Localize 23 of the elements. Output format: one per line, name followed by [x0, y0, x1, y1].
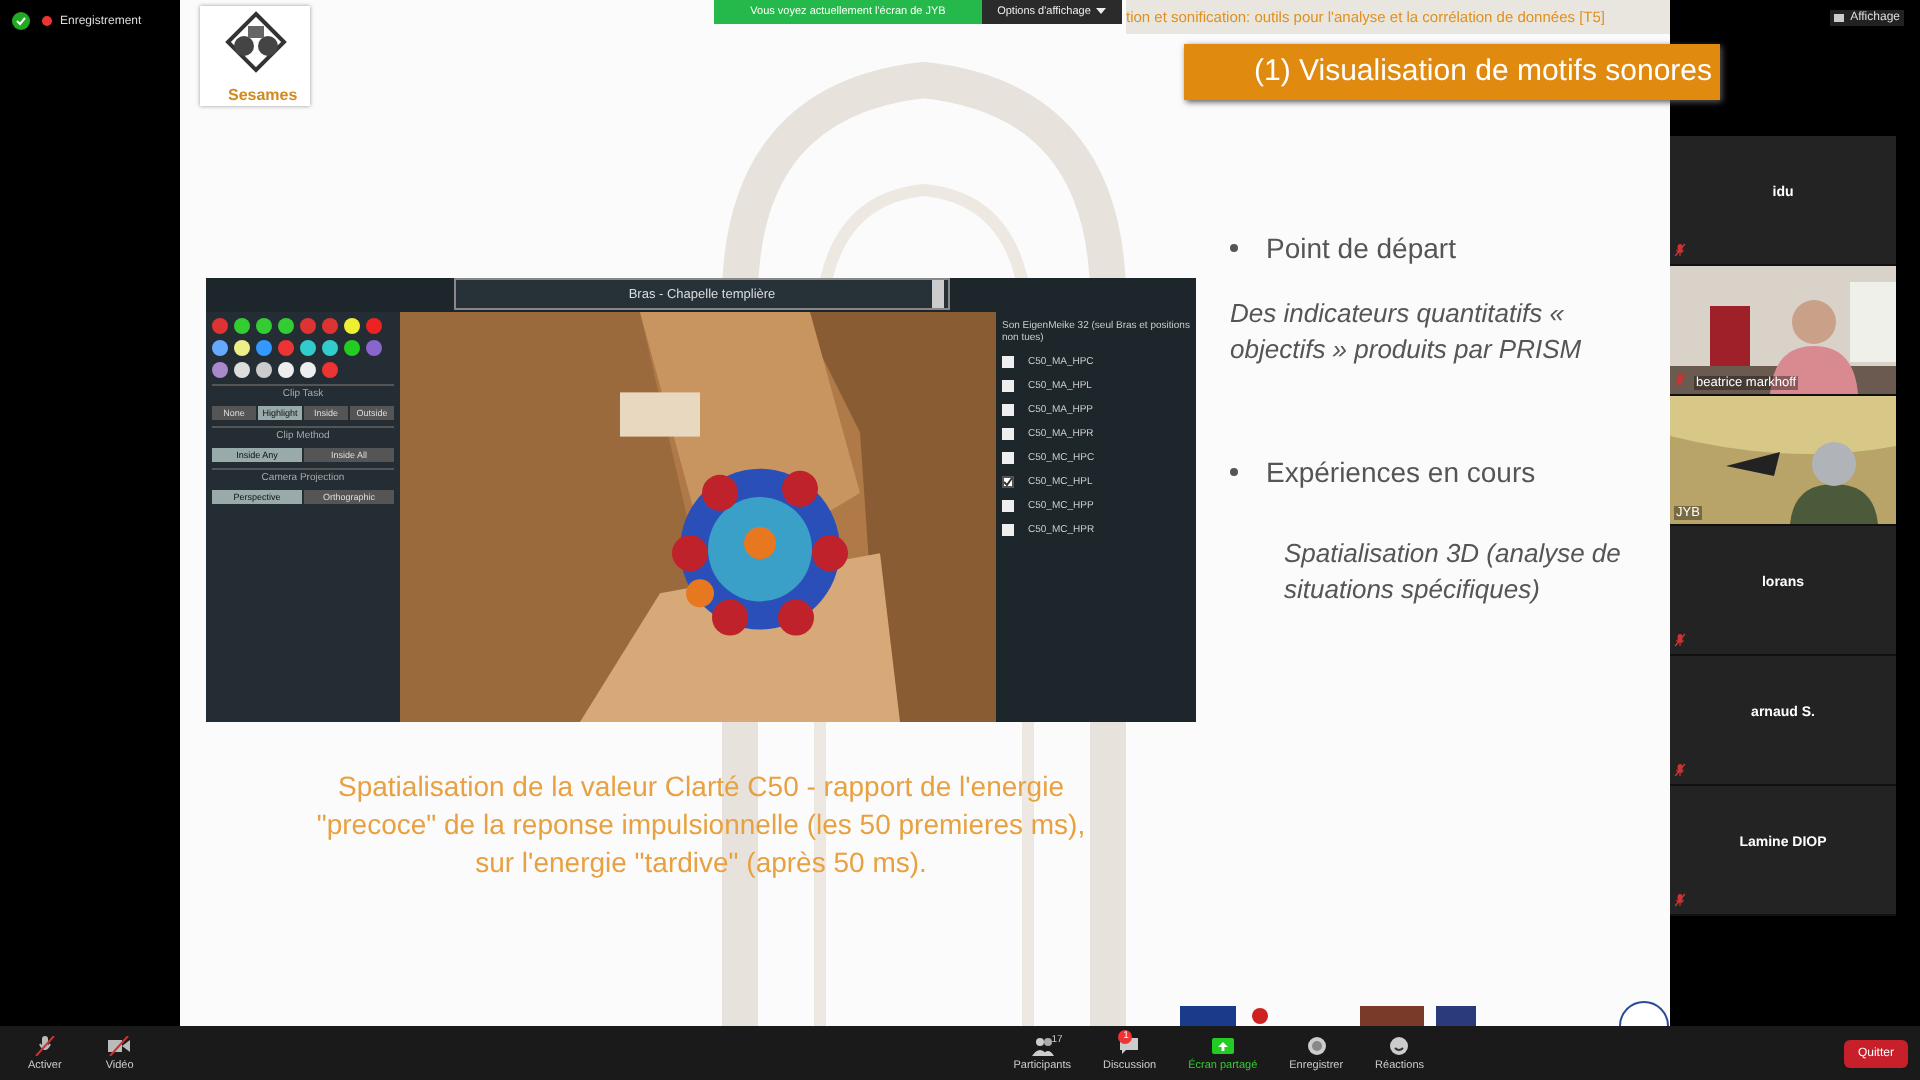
checkbox[interactable]: [1002, 524, 1014, 536]
checkbox[interactable]: [1002, 476, 1014, 488]
note-text: Des indicateurs quantitatifs « objectifs » produits par PRISM: [1230, 296, 1584, 368]
checkbox[interactable]: [1002, 380, 1014, 392]
checkbox[interactable]: [1002, 452, 1014, 464]
checkbox[interactable]: [1002, 356, 1014, 368]
people-icon: [1031, 1035, 1054, 1055]
checkbox[interactable]: [1002, 428, 1014, 440]
bullet-icon: [1230, 244, 1238, 252]
note-text: Spatialisation 3D (analyse de situations spécifiques): [1284, 536, 1623, 608]
shield-icon: [12, 12, 30, 30]
checkbox[interactable]: [1002, 500, 1014, 512]
caption: Spatialisation de la valeur Clarté C50 - rapport de l'energie "precoce" de la reponse impulsionnelle (les 50 premieres ms), sur l'energie "tardive" (après 50 ms).: [314, 768, 1088, 882]
slide-title: (1) Visualisation de motifs sonores: [1184, 44, 1720, 100]
share-screen-icon: [1211, 1035, 1234, 1055]
smiley-icon: [1388, 1035, 1411, 1055]
bullet-text: Point de départ: [1266, 232, 1456, 264]
bullet-icon: [1230, 468, 1238, 476]
record-icon: [1305, 1035, 1328, 1055]
logo-text: Sesames: [228, 86, 298, 104]
bullet-text: Expériences en cours: [1266, 456, 1536, 488]
caret-icon: [1096, 8, 1107, 14]
checkbox[interactable]: [1002, 404, 1014, 416]
